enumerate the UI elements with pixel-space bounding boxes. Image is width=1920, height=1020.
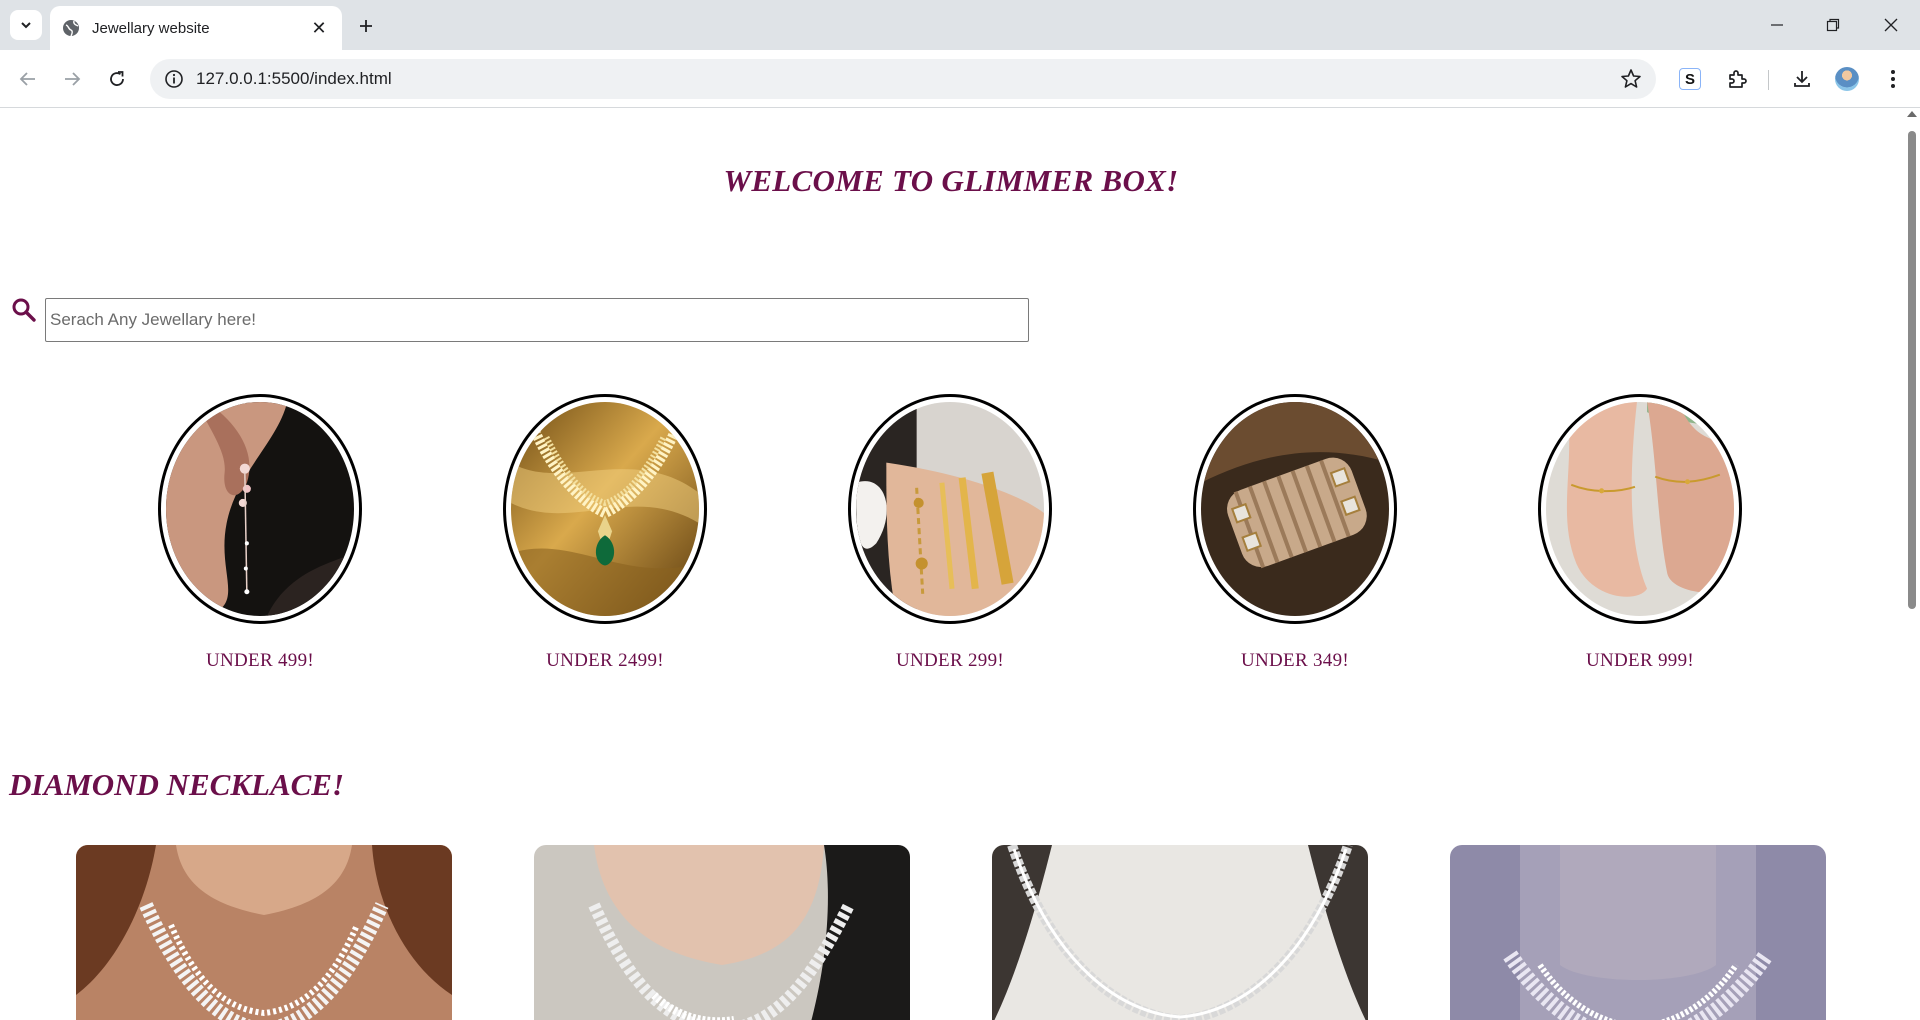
extensions-button[interactable] [1722,64,1752,94]
tab-search-button[interactable] [10,10,42,40]
plus-icon [360,20,372,32]
category-image-frame[interactable] [848,394,1052,624]
product-image[interactable] [534,845,910,1020]
tab-title: Jewellary website [92,19,210,37]
scrollbar-thumb[interactable] [1908,131,1916,609]
category-label[interactable]: UNDER 299! [848,650,1052,672]
avatar [1835,67,1859,91]
bangles-image[interactable] [1201,402,1389,616]
more-vert-icon [1891,70,1895,88]
downloads-button[interactable] [1787,64,1817,94]
page-title: WELCOME TO GLIMMER BOX! [723,163,1179,198]
browser-tab[interactable]: Jewellary website ✕ [50,6,342,50]
close-icon [1884,18,1898,32]
category-image-frame[interactable] [1538,394,1742,624]
category-card[interactable]: UNDER 299! [848,394,1052,672]
back-button[interactable] [13,64,43,94]
category-label[interactable]: UNDER 2499! [503,650,707,672]
category-label[interactable]: UNDER 499! [158,650,362,672]
browser-toolbar: 127.0.0.1:5500/index.html S [0,50,1920,108]
close-window-button[interactable] [1876,10,1906,40]
category-image-frame[interactable] [1193,394,1397,624]
forward-button[interactable] [57,64,87,94]
url-text[interactable]: 127.0.0.1:5500/index.html [196,69,392,89]
new-tab-button[interactable] [352,12,380,40]
download-icon [1794,71,1810,87]
gold-necklace-image[interactable] [511,402,699,616]
vertical-scrollbar[interactable] [1904,109,1920,1020]
restore-icon [1826,18,1840,32]
category-label[interactable]: UNDER 999! [1538,650,1742,672]
site-info-icon[interactable] [164,69,184,89]
toolbar-divider [1768,70,1769,90]
browser-tab-bar: Jewellary website ✕ [0,0,1920,50]
earring-image[interactable] [166,402,354,616]
section-title: DIAMOND NECKLACE! [9,767,345,802]
arrow-left-icon [19,72,35,86]
search-input[interactable] [45,298,1029,342]
category-card[interactable]: UNDER 2499! [503,394,707,672]
search-icon[interactable] [11,297,37,323]
category-image-frame[interactable] [503,394,707,624]
product-image[interactable] [992,845,1368,1020]
minimize-icon [1771,24,1783,26]
star-icon[interactable] [1620,68,1642,90]
puzzle-icon [1729,70,1747,88]
s-extension-icon: S [1679,68,1701,90]
arrow-right-icon [65,72,81,86]
product-image[interactable] [76,845,452,1020]
category-label[interactable]: UNDER 349! [1193,650,1397,672]
menu-button[interactable] [1878,64,1908,94]
profile-button[interactable] [1832,64,1862,94]
reload-icon [110,71,124,86]
close-tab-icon[interactable]: ✕ [308,17,330,39]
chevron-down-icon [21,22,31,29]
address-bar[interactable]: 127.0.0.1:5500/index.html [150,59,1656,99]
category-card[interactable]: UNDER 499! [158,394,362,672]
globe-icon [63,20,79,37]
page-viewport: WELCOME TO GLIMMER BOX! UNDE [0,109,1920,1020]
s-extension-button[interactable]: S [1675,64,1705,94]
reload-button[interactable] [102,64,132,94]
restore-button[interactable] [1818,10,1848,40]
scroll-up-arrow[interactable] [1907,111,1917,117]
anklets-image[interactable] [1546,402,1734,616]
category-card[interactable]: UNDER 349! [1193,394,1397,672]
minimize-button[interactable] [1762,10,1792,40]
bracelets-image[interactable] [856,402,1044,616]
category-image-frame[interactable] [158,394,362,624]
category-card[interactable]: UNDER 999! [1538,394,1742,672]
product-image[interactable] [1450,845,1826,1020]
